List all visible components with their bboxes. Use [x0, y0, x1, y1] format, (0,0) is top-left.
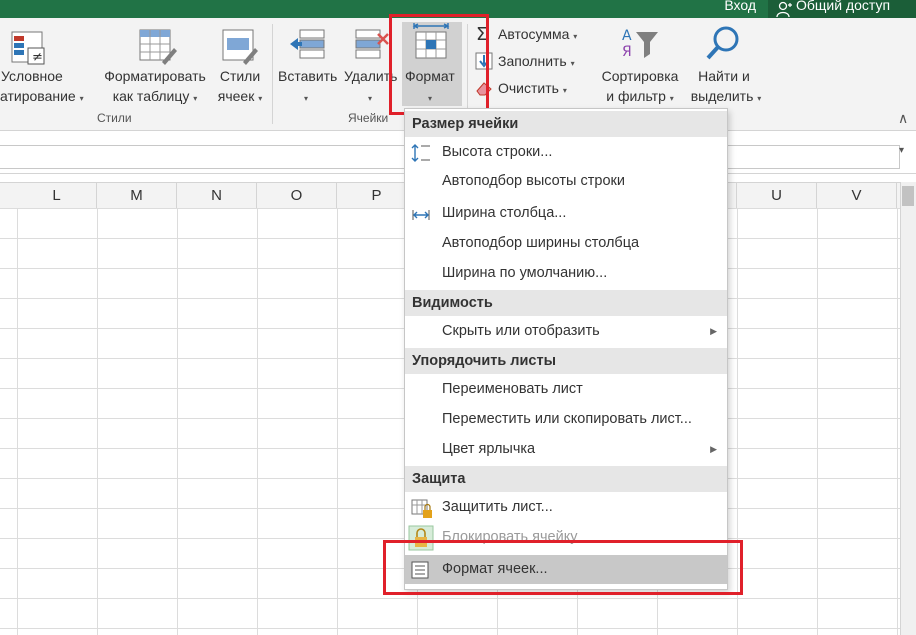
sort-filter-icon: A Я: [620, 26, 662, 71]
menu-item-autofit-row-height[interactable]: Автоподбор высоты строки: [405, 167, 727, 196]
format-as-table-label-2: как таблицу: [112, 88, 190, 104]
conditional-formatting-label-2: атирование: [0, 88, 76, 104]
fill-button[interactable]: Заполнить ▾: [498, 51, 575, 74]
column-header-n[interactable]: N: [177, 183, 257, 208]
menu-label: Переместить или скопировать лист...: [442, 411, 692, 427]
dropdown-caret-icon: ▾: [562, 86, 567, 95]
svg-text:Я: Я: [622, 44, 632, 60]
vertical-scrollbar[interactable]: [900, 182, 916, 635]
menu-label: Цвет ярлычка: [442, 441, 536, 457]
format-as-table-button[interactable]: как таблицу ▾: [98, 86, 212, 109]
menu-label: Ширина по умолчанию...: [442, 265, 608, 281]
menu-label: Автоподбор ширины столбца: [442, 235, 640, 251]
delete-cells-icon: [352, 26, 392, 71]
conditional-formatting-button[interactable]: атирование ▾: [0, 86, 84, 109]
submenu-arrow-icon: ▶: [710, 326, 717, 336]
scrollbar-thumb[interactable]: [902, 186, 914, 206]
insert-cells-icon: [288, 26, 328, 71]
delete-caret[interactable]: ▾: [368, 86, 372, 109]
menu-item-row-height[interactable]: Высота строки...: [405, 138, 727, 167]
menu-item-autofit-column-width[interactable]: Автоподбор ширины столбца: [405, 229, 727, 258]
menu-header-visibility: Видимость: [405, 290, 727, 316]
menu-header-cell-size: Размер ячейки: [405, 111, 727, 137]
login-link[interactable]: Вход: [724, 0, 756, 13]
column-header-v[interactable]: V: [817, 183, 897, 208]
sort-filter-label-2: и фильтр: [606, 88, 666, 104]
format-dropdown-menu: Размер ячейки Высота строки... Автоподбо…: [404, 108, 728, 590]
menu-item-default-width[interactable]: Ширина по умолчанию...: [405, 259, 727, 288]
expand-formula-bar-button[interactable]: ▾: [899, 145, 904, 156]
dropdown-caret-icon: ▾: [757, 94, 762, 103]
menu-header-sheets: Упорядочить листы: [405, 348, 727, 374]
menu-label: Ширина столбца...: [442, 205, 567, 221]
menu-label: Переименовать лист: [442, 381, 583, 397]
clear-label: Очистить: [498, 80, 559, 96]
group-separator: [272, 24, 273, 124]
conditional-formatting-label-1[interactable]: Условное: [1, 66, 63, 86]
dropdown-caret-icon: ▾: [79, 94, 84, 103]
menu-label: Автоподбор высоты строки: [442, 173, 625, 189]
column-header-u[interactable]: U: [737, 183, 817, 208]
format-as-table-label-1[interactable]: Форматировать: [98, 66, 212, 86]
clear-button[interactable]: Очистить ▾: [498, 78, 567, 101]
cell-styles-label-2: ячеек: [217, 88, 255, 104]
column-header-l[interactable]: L: [17, 183, 97, 208]
fill-label: Заполнить: [498, 53, 567, 69]
dropdown-caret-icon: ▾: [669, 94, 674, 103]
format-cells-highlight: [383, 540, 743, 595]
sort-filter-label-1[interactable]: Сортировка: [594, 66, 686, 86]
collapse-ribbon-button[interactable]: ∧: [898, 108, 908, 128]
group-label-styles: Стили: [97, 111, 132, 125]
insert-caret[interactable]: ▾: [304, 86, 308, 109]
cell-styles-button[interactable]: ячеек ▾: [212, 86, 268, 109]
insert-button[interactable]: Вставить: [278, 66, 337, 86]
cell-styles-label-1[interactable]: Стили: [212, 66, 268, 86]
dropdown-caret-icon: ▾: [368, 94, 373, 103]
sort-filter-button[interactable]: и фильтр ▾: [594, 86, 686, 109]
dropdown-caret-icon: ▾: [570, 59, 575, 68]
group-label-cells: Ячейки: [348, 111, 389, 125]
find-select-label-1[interactable]: Найти и: [686, 66, 762, 86]
dropdown-caret-icon: ▾: [258, 94, 263, 103]
menu-item-move-copy-sheet[interactable]: Переместить или скопировать лист...: [405, 405, 727, 434]
menu-item-hide-show[interactable]: Скрыть или отобразить ▶: [405, 317, 727, 346]
svg-text:≠: ≠: [32, 50, 43, 65]
autosum-button[interactable]: Автосумма ▾: [498, 24, 577, 47]
share-button[interactable]: Общий доступ: [768, 0, 916, 18]
autosum-label: Автосумма: [498, 26, 570, 42]
dropdown-caret-icon: ▾: [193, 94, 198, 103]
menu-header-protection: Защита: [405, 466, 727, 492]
person-icon: [776, 1, 792, 17]
find-select-button[interactable]: выделить ▾: [686, 86, 766, 109]
svg-text:A: A: [622, 28, 632, 44]
menu-label: Скрыть или отобразить: [442, 323, 600, 339]
menu-label: Высота строки...: [442, 144, 553, 160]
dropdown-caret-icon: ▾: [304, 94, 309, 103]
menu-item-tab-color[interactable]: Цвет ярлычка ▶: [405, 435, 727, 464]
chevron-down-icon: ▾: [899, 145, 905, 156]
format-button-highlight: [389, 14, 489, 115]
find-select-label-2: выделить: [690, 88, 754, 104]
column-header-o[interactable]: O: [257, 183, 337, 208]
menu-item-column-width[interactable]: Ширина столбца...: [405, 199, 727, 228]
menu-item-protect-sheet[interactable]: Защитить лист...: [405, 493, 727, 522]
dropdown-caret-icon: ▾: [573, 32, 578, 41]
menu-item-rename-sheet[interactable]: Переименовать лист: [405, 375, 727, 404]
share-label: Общий доступ: [796, 0, 891, 13]
menu-label: Защитить лист...: [442, 499, 553, 515]
column-header-m[interactable]: M: [97, 183, 177, 208]
magnifier-icon: [704, 24, 744, 69]
submenu-arrow-icon: ▶: [710, 444, 717, 454]
